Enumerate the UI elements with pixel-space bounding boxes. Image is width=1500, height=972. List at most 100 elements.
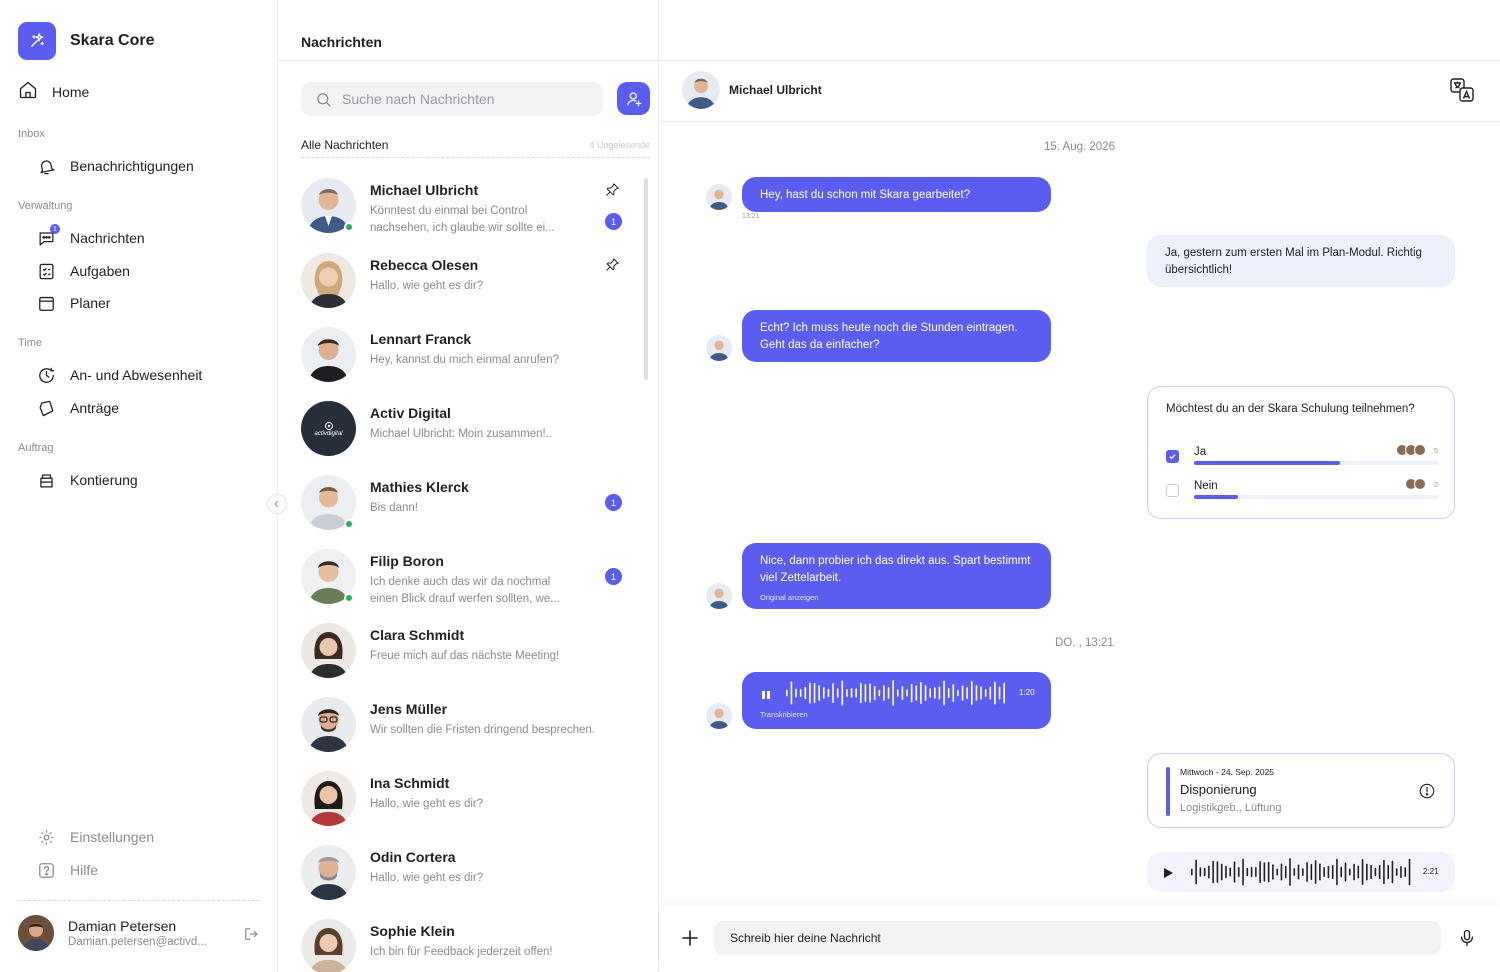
list-item[interactable]: Michael Ulbricht Könntest du einmal bei … bbox=[301, 178, 631, 238]
waveform-bar bbox=[1366, 863, 1368, 881]
chevron-left-icon bbox=[274, 500, 279, 508]
conversation-list-panel: Nachrichten Suche nach Nachrichten Alle … bbox=[278, 0, 659, 972]
waveform[interactable] bbox=[786, 680, 1008, 706]
sidebar-item-abwesenheit[interactable]: An- und Abwesenheit bbox=[36, 363, 202, 387]
waveform-bar bbox=[887, 687, 890, 699]
waveform-bar bbox=[998, 686, 1001, 700]
sidebar-item-nachrichten[interactable]: 1 Nachrichten bbox=[36, 224, 145, 250]
waveform-bar bbox=[864, 684, 867, 702]
waveform-bar bbox=[1348, 868, 1351, 876]
list-item[interactable]: Mathies Klerck Bis dann! 1 bbox=[301, 475, 631, 535]
event-card[interactable]: Mittwoch - 24. Sep. 2025 Disponierung Lo… bbox=[1147, 753, 1455, 828]
list-item[interactable]: Clara Schmidt Freue mich auf das nächste… bbox=[301, 623, 631, 683]
task-list-icon bbox=[36, 261, 56, 281]
sidebar-item-einstellungen[interactable]: Einstellungen bbox=[36, 825, 154, 849]
waveform-bar bbox=[1327, 865, 1330, 879]
logout-icon[interactable] bbox=[242, 925, 260, 948]
waveform-bar bbox=[1387, 865, 1389, 879]
list-item[interactable]: Lennart Franck Hey, kannst du mich einma… bbox=[301, 327, 631, 387]
list-item[interactable]: Rebecca Olesen Hallo, wie geht es dir? bbox=[301, 253, 631, 313]
poll-progress-track bbox=[1194, 495, 1438, 499]
unread-badge: 1 bbox=[605, 213, 622, 230]
poll-option-ja[interactable]: Ja 5 bbox=[1166, 444, 1438, 476]
waveform-bar bbox=[1208, 865, 1210, 879]
conversation-name: Activ Digital bbox=[370, 405, 451, 421]
avatar bbox=[706, 335, 732, 361]
sidebar-item-antraege[interactable]: Anträge bbox=[36, 396, 119, 420]
waveform[interactable] bbox=[1191, 858, 1413, 886]
translate-button[interactable] bbox=[1448, 76, 1476, 109]
online-indicator bbox=[344, 222, 354, 232]
online-indicator bbox=[344, 519, 354, 529]
microphone-icon[interactable] bbox=[1457, 927, 1477, 954]
sidebar-item-aufgaben[interactable]: Aufgaben bbox=[36, 259, 130, 283]
waveform-bar bbox=[841, 680, 844, 706]
sidebar-item-label: Nachrichten bbox=[70, 230, 145, 246]
plus-icon[interactable] bbox=[680, 928, 700, 953]
waveform-bar bbox=[984, 689, 987, 697]
poll-progress-fill bbox=[1194, 495, 1238, 499]
list-item[interactable]: Odin Cortera Hallo, wie geht es dir? bbox=[301, 845, 631, 905]
message-text: Hey, hast du schon mit Skara gearbeitet? bbox=[760, 189, 971, 201]
message-input[interactable]: Schreib hier deine Nachricht bbox=[714, 921, 1441, 955]
waveform-bar bbox=[961, 685, 964, 701]
show-original-link[interactable]: Original anzeigen bbox=[760, 590, 1033, 607]
waveform-bar bbox=[1220, 863, 1223, 881]
waveform-bar bbox=[786, 689, 788, 697]
contact-avatar[interactable] bbox=[682, 71, 720, 109]
waveform-bar bbox=[1323, 866, 1325, 878]
waveform-bar bbox=[878, 689, 881, 697]
conversation-snippet: Wir sollten die Fristen dringend besprec… bbox=[370, 724, 596, 736]
sidebar-item-hilfe[interactable]: Hilfe bbox=[36, 858, 98, 882]
list-scrollbar[interactable] bbox=[644, 178, 648, 380]
waveform-bar bbox=[1310, 863, 1313, 881]
unread-badge: 1 bbox=[605, 494, 622, 511]
waveform-bar bbox=[1391, 860, 1394, 884]
play-icon[interactable] bbox=[1163, 866, 1174, 884]
poll-checkbox[interactable] bbox=[1166, 450, 1179, 463]
poll-option-nein[interactable]: Nein 2 bbox=[1166, 478, 1438, 510]
message-composer: Schreib hier deine Nachricht bbox=[660, 906, 1500, 972]
waveform-bar bbox=[1289, 858, 1291, 886]
unread-count: 4 Ungelesende bbox=[589, 140, 650, 150]
filter-all-messages[interactable]: Alle Nachrichten bbox=[301, 138, 388, 152]
conversation-snippet: Bis dann! bbox=[370, 502, 418, 514]
avatar bbox=[301, 623, 356, 678]
transcribe-link[interactable]: Transkribieren bbox=[760, 710, 808, 719]
waveform-bar bbox=[1404, 867, 1407, 877]
info-icon[interactable] bbox=[1418, 782, 1436, 805]
clock-icon bbox=[36, 365, 56, 385]
brand[interactable]: Skara Core bbox=[18, 22, 155, 60]
user-card[interactable]: Damian Petersen Damian.petersen@activd..… bbox=[18, 915, 260, 951]
chat-bubble-icon: 1 bbox=[36, 224, 60, 248]
search-input[interactable]: Suche nach Nachrichten bbox=[301, 82, 603, 116]
poll-checkbox[interactable] bbox=[1166, 484, 1179, 497]
activ-digital-logo: activdigital bbox=[301, 401, 356, 456]
sidebar-item-label: Anträge bbox=[70, 400, 120, 416]
waveform-bar bbox=[915, 685, 918, 701]
new-contact-button[interactable] bbox=[617, 82, 650, 115]
list-item[interactable]: Sophie Klein Ich bin für Feedback jederz… bbox=[301, 919, 631, 972]
waveform-bar bbox=[934, 687, 936, 699]
sidebar-item-planer[interactable]: Planer bbox=[36, 291, 110, 315]
search-icon bbox=[317, 92, 331, 107]
collapse-sidebar-button[interactable] bbox=[267, 494, 287, 514]
chat-contact-name[interactable]: Michael Ulbricht bbox=[729, 83, 822, 97]
waveform-bar bbox=[1255, 867, 1257, 877]
sidebar-item-kontierung[interactable]: Kontierung bbox=[36, 468, 138, 492]
pin-icon[interactable] bbox=[605, 182, 620, 202]
message-input-placeholder: Schreib hier deine Nachricht bbox=[730, 931, 881, 945]
list-item[interactable]: activdigital Activ Digital Michael Ulbri… bbox=[301, 401, 631, 461]
list-item[interactable]: Jens Müller Wir sollten die Fristen drin… bbox=[301, 697, 631, 757]
poll-progress-fill bbox=[1194, 461, 1341, 465]
message-text: Ja, gestern zum ersten Mal im Plan-Modul… bbox=[1165, 247, 1422, 276]
list-item[interactable]: Filip Boron Ich denke auch das wir da no… bbox=[301, 549, 631, 609]
waveform-bar bbox=[818, 685, 820, 701]
nav-home[interactable]: Home bbox=[18, 80, 89, 103]
list-item[interactable]: Ina Schmidt Hallo, wie geht es dir? bbox=[301, 771, 631, 831]
sidebar-item-benachrichtigungen[interactable]: Benachrichtigungen bbox=[36, 154, 194, 178]
pin-icon[interactable] bbox=[605, 257, 620, 277]
waveform-bar bbox=[1276, 868, 1278, 876]
conversation-name: Clara Schmidt bbox=[370, 627, 465, 643]
pause-icon[interactable] bbox=[760, 688, 772, 706]
